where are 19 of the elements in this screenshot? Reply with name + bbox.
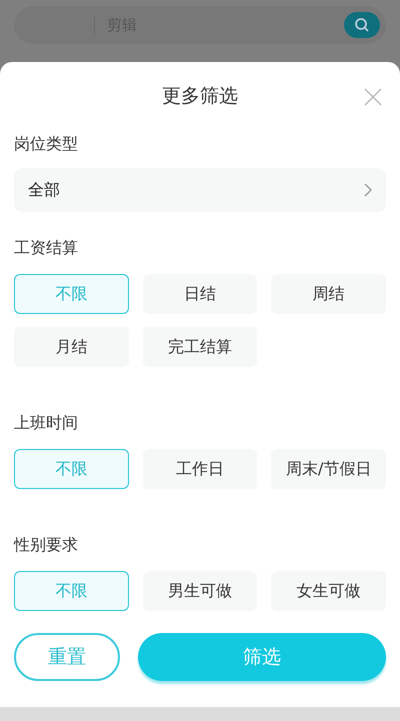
search-icon [354, 17, 370, 33]
section-label: 工资结算 [14, 237, 79, 259]
sheet-title: 更多筛选 [162, 84, 238, 109]
job-type-select[interactable]: 全部 [14, 168, 386, 212]
filter-option[interactable]: 周末/节假日 [271, 449, 386, 489]
section-label: 上班时间 [14, 412, 79, 434]
filter-option[interactable]: 男生可做 [142, 571, 258, 611]
filter-option[interactable]: 周结 [271, 274, 386, 314]
section-label: 岗位类型 [14, 133, 79, 155]
section-label: 性别要求 [14, 534, 79, 556]
close-button[interactable] [362, 86, 384, 108]
filter-option[interactable]: 工作日 [142, 449, 258, 489]
close-icon [362, 86, 384, 108]
search-button[interactable] [344, 12, 380, 38]
filter-option[interactable]: 日结 [142, 274, 258, 314]
filter-option[interactable]: 女生可做 [271, 571, 386, 611]
filter-option[interactable]: 完工结算 [142, 327, 258, 367]
chevron-right-icon [364, 183, 372, 197]
filter-option[interactable]: 月结 [14, 327, 129, 367]
